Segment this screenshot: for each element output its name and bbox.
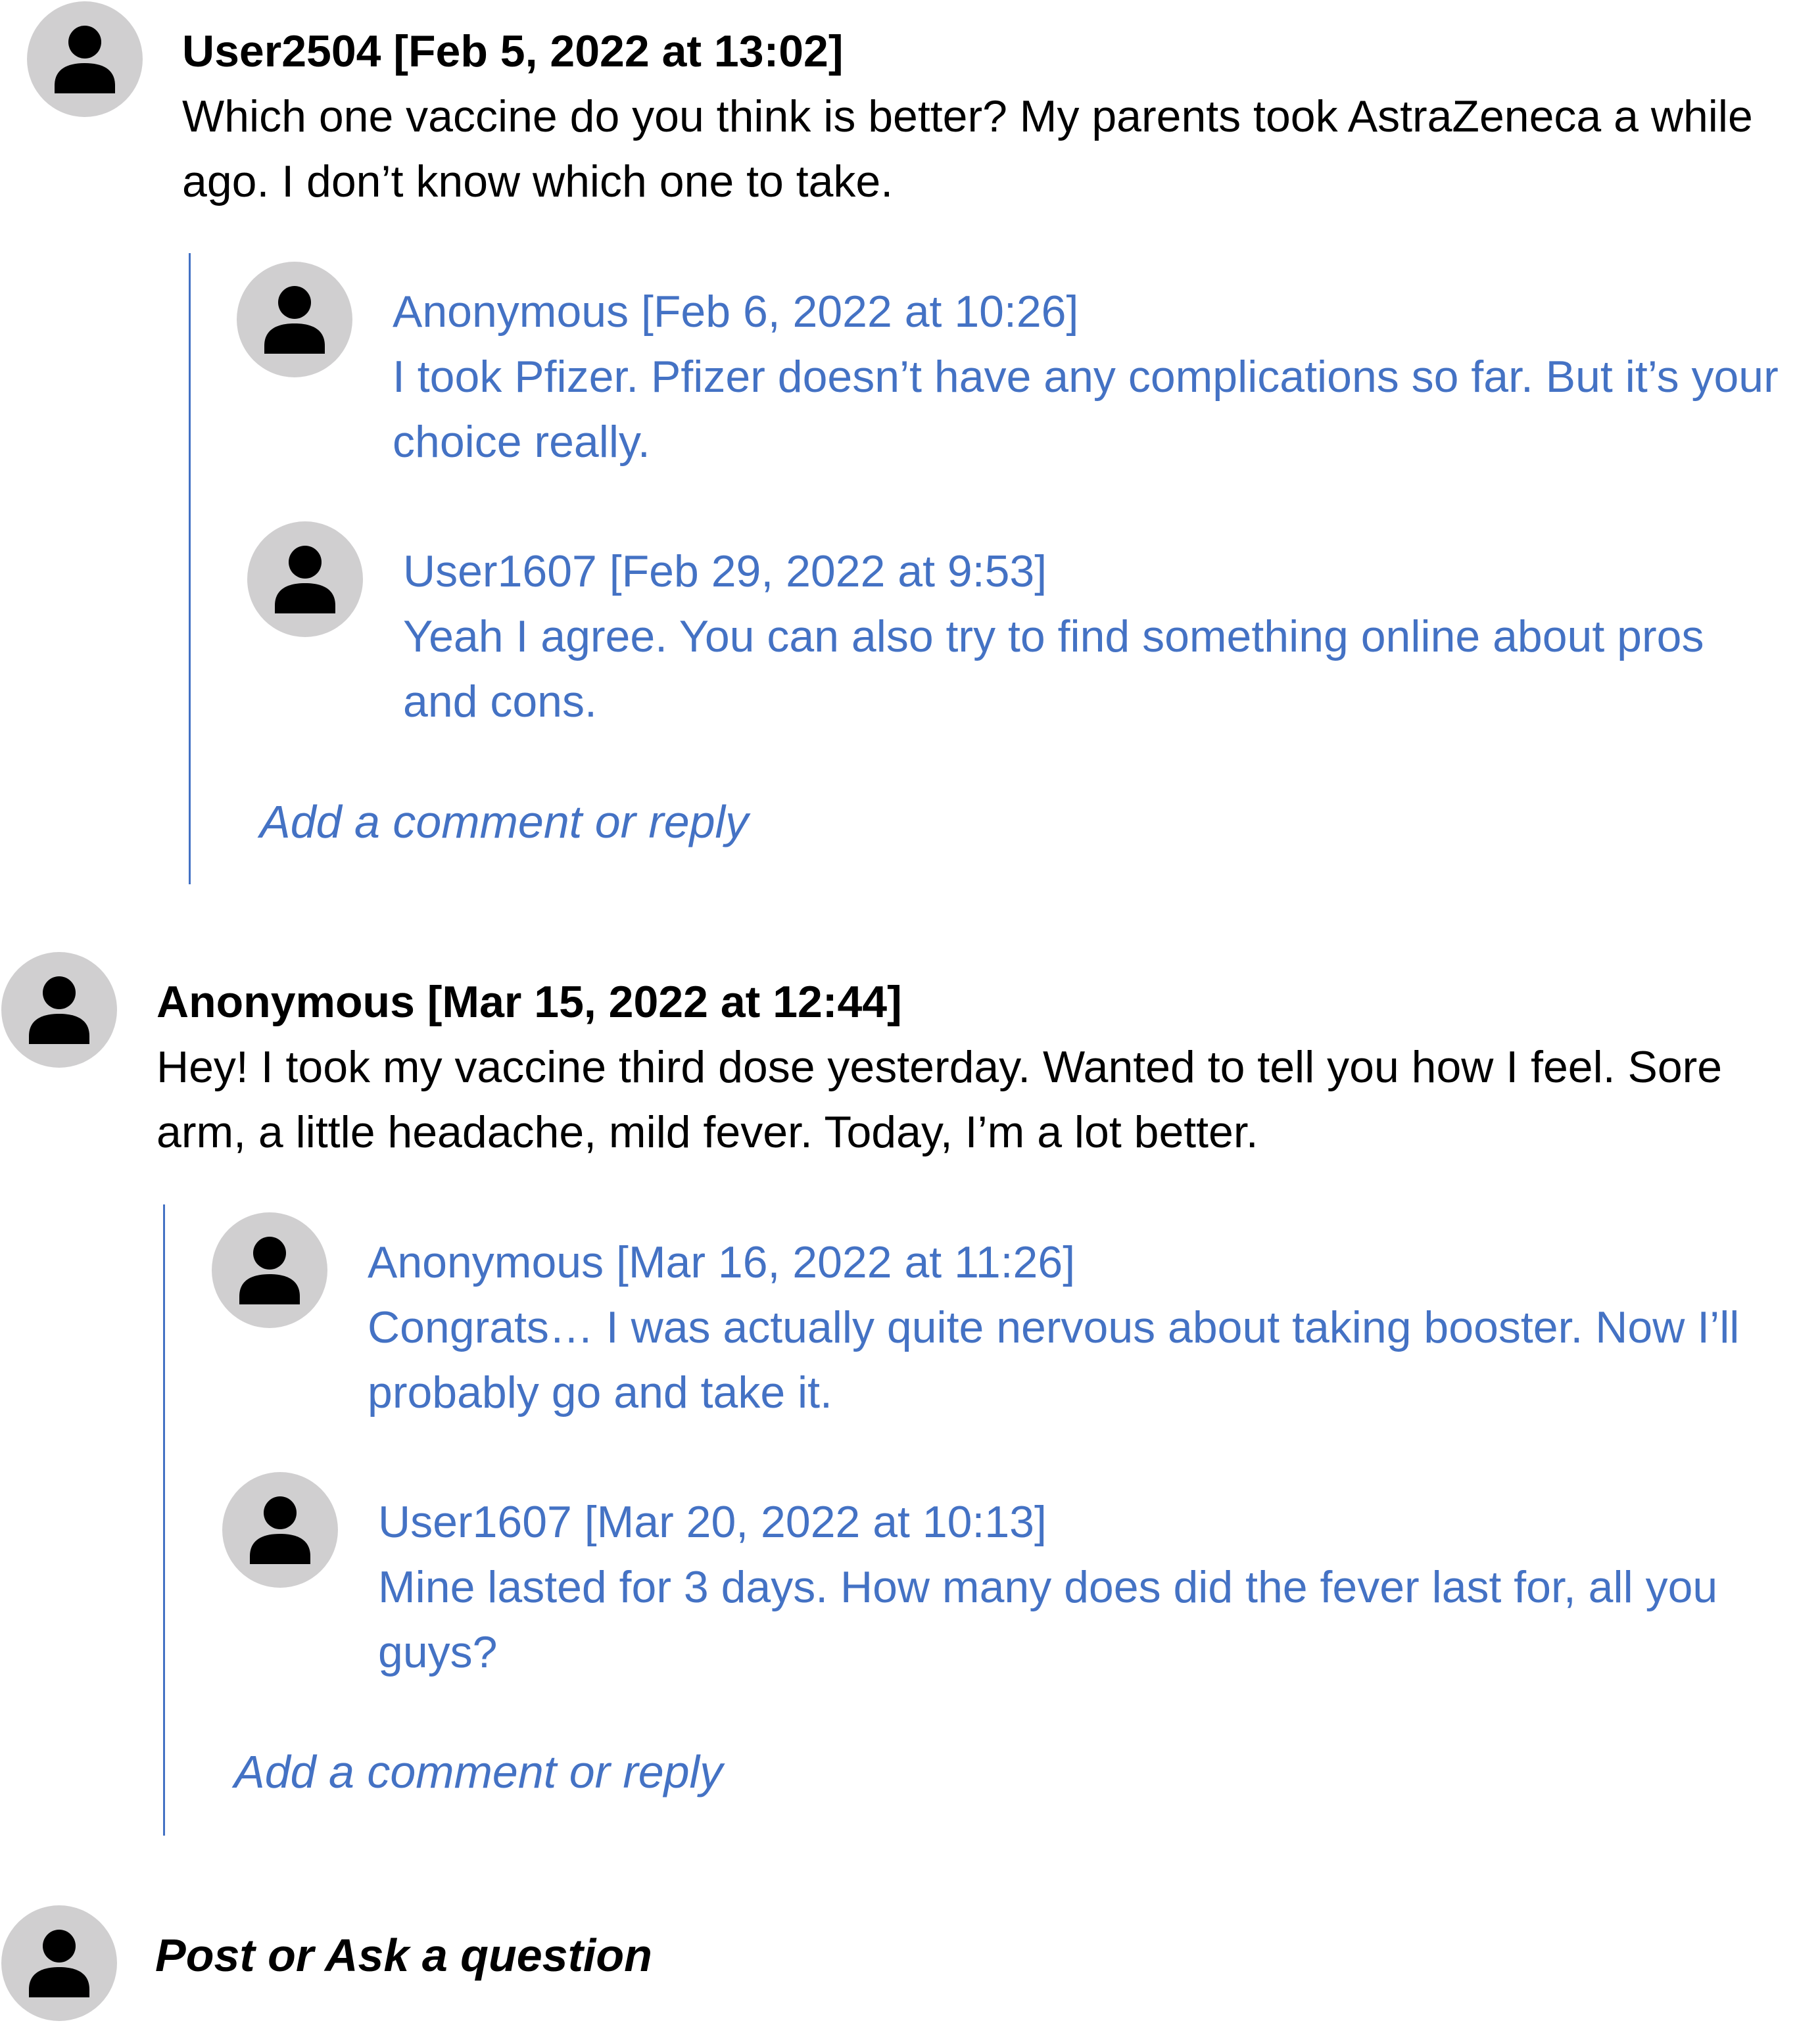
reply: User1607 [Feb 29, 2022 at 9:53] Yeah I a… <box>403 538 1790 734</box>
add-comment-or-reply-input[interactable]: Add a comment or reply <box>234 1739 723 1805</box>
reply-body: I took Pfizer. Pfizer doesn’t have any c… <box>393 352 1779 467</box>
avatar <box>237 262 352 377</box>
post-or-ask-question-input[interactable]: Post or Ask a question <box>155 1922 652 1988</box>
reply-body: Yeah I agree. You can also try to find s… <box>403 611 1704 726</box>
reply: Anonymous [Mar 16, 2022 at 11:26] Congra… <box>368 1229 1755 1425</box>
thread-line <box>189 253 191 884</box>
person-icon <box>27 1 143 117</box>
post-body: Hey! I took my vaccine third dose yester… <box>156 1042 1723 1157</box>
post: User2504 [Feb 5, 2022 at 13:02] Which on… <box>182 18 1786 214</box>
avatar <box>247 521 363 637</box>
avatar <box>212 1212 327 1328</box>
person-icon <box>237 262 352 377</box>
reply-body: Mine lasted for 3 days. How many does di… <box>378 1562 1718 1677</box>
person-icon <box>212 1212 327 1328</box>
person-icon <box>1 1905 117 2021</box>
thread-line <box>163 1204 165 1836</box>
person-icon <box>1 952 117 1068</box>
reply: Anonymous [Feb 6, 2022 at 10:26] I took … <box>393 279 1780 475</box>
avatar <box>222 1472 338 1588</box>
post-header: Anonymous [Mar 15, 2022 at 12:44] <box>156 977 902 1027</box>
avatar <box>1 952 117 1068</box>
reply: User1607 [Mar 20, 2022 at 10:13] Mine la… <box>378 1489 1792 1685</box>
avatar <box>27 1 143 117</box>
add-comment-or-reply-input[interactable]: Add a comment or reply <box>260 789 748 855</box>
person-icon <box>247 521 363 637</box>
reply-header: Anonymous [Feb 6, 2022 at 10:26] <box>393 287 1079 337</box>
reply-header: User1607 [Mar 20, 2022 at 10:13] <box>378 1497 1047 1547</box>
avatar <box>1 1905 117 2021</box>
post-header: User2504 [Feb 5, 2022 at 13:02] <box>182 26 844 76</box>
post: Anonymous [Mar 15, 2022 at 12:44] Hey! I… <box>156 969 1761 1165</box>
person-icon <box>222 1472 338 1588</box>
reply-header: User1607 [Feb 29, 2022 at 9:53] <box>403 546 1047 596</box>
reply-header: Anonymous [Mar 16, 2022 at 11:26] <box>368 1237 1076 1287</box>
post-body: Which one vaccine do you think is better… <box>182 91 1753 206</box>
reply-body: Congrats… I was actually quite nervous a… <box>368 1302 1740 1417</box>
